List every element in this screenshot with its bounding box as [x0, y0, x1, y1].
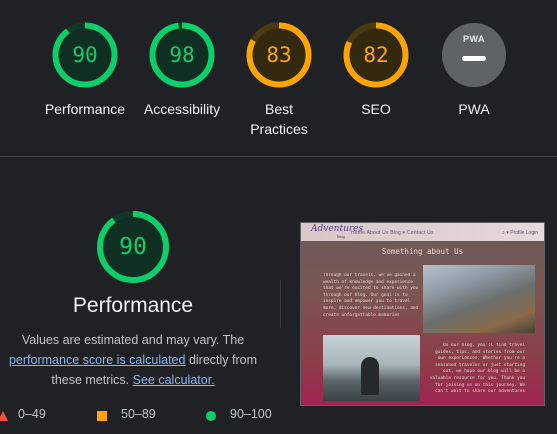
- gauge-label: Performance: [44, 101, 126, 117]
- score-calculated-link[interactable]: performance score is calculated: [9, 353, 185, 367]
- see-calculator-link[interactable]: See calculator.: [133, 373, 215, 387]
- thumb-person-silhouette: [361, 357, 379, 395]
- thumb-traveler-photo: [323, 335, 420, 401]
- fail-triangle-icon: [0, 411, 8, 421]
- gauge-pwa[interactable]: PWA PWA: [424, 20, 524, 119]
- thumb-paragraph-2: On our blog, you'll find travel guides, …: [429, 343, 525, 395]
- thumb-street-photo: [423, 265, 535, 333]
- thumb-heading: Something about Us: [381, 247, 464, 256]
- gauge-label: SEO: [361, 101, 391, 117]
- legend-range: 0–49: [18, 407, 46, 421]
- desc-text: directly from: [185, 353, 258, 367]
- pwa-badge: [442, 23, 506, 87]
- gauge-label: PWA: [458, 101, 490, 117]
- average-square-icon: [97, 411, 107, 421]
- performance-title: Performance: [72, 294, 194, 317]
- pwa-badge-text: PWA: [462, 34, 485, 44]
- gauge-score: 82: [363, 43, 389, 67]
- gauge-score: 83: [266, 43, 292, 67]
- thumb-nav-links: Home About Us Blog ▾ Contact Us: [351, 230, 434, 236]
- thumb-logo-sub: Blog: [337, 234, 346, 239]
- desc-text: these metrics.: [51, 373, 130, 387]
- final-screenshot-thumbnail[interactable]: Adventures Blog Home About Us Blog ▾ Con…: [300, 222, 545, 406]
- gauge-score: 98: [169, 43, 195, 67]
- thumb-paragraph-1: Through our travels, we've gained a weal…: [323, 273, 419, 318]
- legend-fail: 0–49: [0, 407, 46, 421]
- pwa-dash-icon: [462, 56, 486, 61]
- performance-description: Values are estimated and may vary. The p…: [0, 330, 266, 390]
- gauge-label: Accessibility: [143, 101, 221, 117]
- gauge-seo[interactable]: 82 SEO: [326, 20, 426, 119]
- pass-circle-icon: [206, 411, 216, 421]
- vertical-divider: [280, 280, 281, 328]
- legend-range: 50–89: [121, 407, 156, 421]
- gauge-performance[interactable]: 90 Performance: [35, 20, 135, 119]
- thumb-nav-right: ⌕ ▾ Profile Login: [502, 230, 538, 236]
- legend-pass: 90–100: [206, 407, 272, 421]
- gauge-score: 90: [72, 43, 98, 67]
- performance-gauge: 90: [95, 209, 171, 285]
- category-gauges: 90 Performance 98 Accessibility 83 Best …: [0, 0, 557, 157]
- legend-average: 50–89: [97, 407, 156, 421]
- legend-range: 90–100: [230, 407, 272, 421]
- thumb-navbar: Adventures Blog Home About Us Blog ▾ Con…: [301, 223, 544, 241]
- section-divider: [0, 156, 557, 157]
- gauge-best-practices[interactable]: 83 Best Practices: [229, 20, 329, 139]
- performance-score: 90: [119, 234, 147, 260]
- gauge-label: Best Practices: [250, 101, 308, 137]
- desc-text: Values are estimated and may vary. The: [21, 333, 245, 347]
- gauge-accessibility[interactable]: 98 Accessibility: [132, 20, 232, 119]
